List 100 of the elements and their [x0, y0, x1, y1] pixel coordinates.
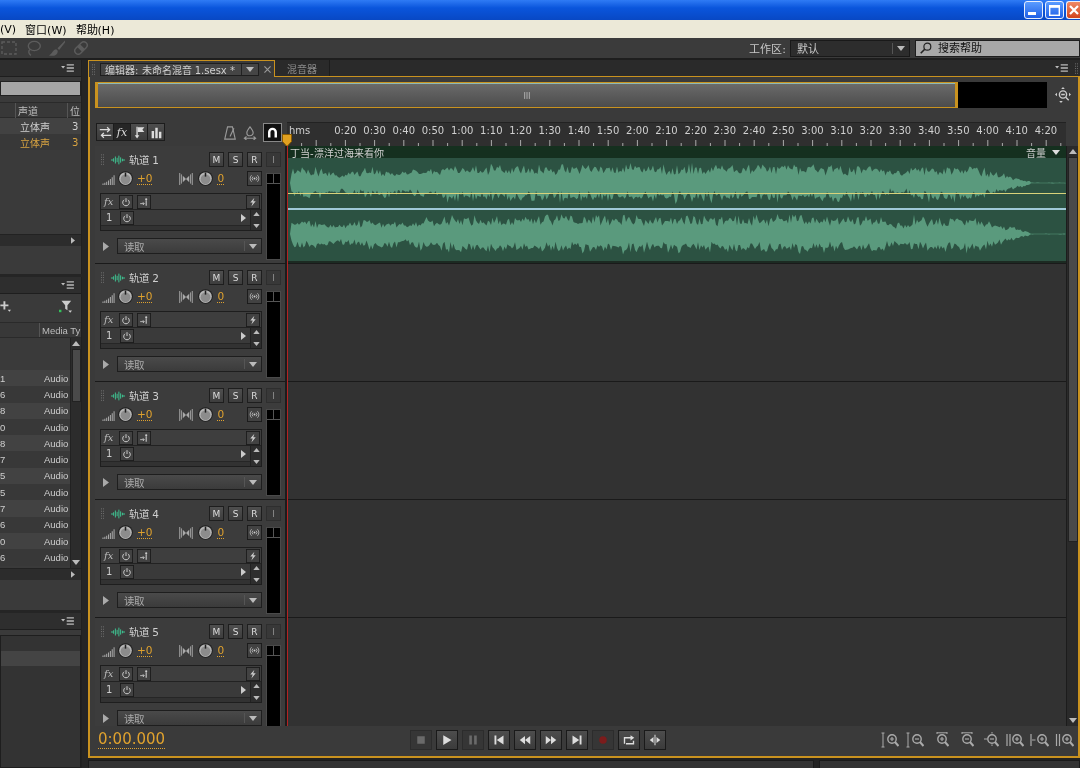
rack-scrollbar[interactable] [250, 682, 261, 702]
volume-value[interactable]: +0 [137, 172, 153, 185]
right-arrow-icon[interactable] [241, 685, 246, 694]
loop-button[interactable] [618, 730, 640, 750]
automation-dropdown[interactable]: 读取 [117, 710, 262, 726]
down-arrow-icon[interactable] [252, 460, 260, 464]
column-header[interactable]: 位 [68, 103, 81, 118]
rack-scrollbar[interactable] [250, 564, 261, 584]
up-arrow-icon[interactable] [252, 212, 260, 216]
zoom-icon[interactable] [1054, 87, 1071, 103]
table-row[interactable]: 1 Audio [0, 370, 70, 387]
mute-button[interactable]: M [209, 270, 224, 285]
broadcast-icon[interactable] [247, 289, 262, 304]
effect-slot[interactable]: 1 [101, 682, 250, 698]
knob-icon[interactable] [118, 643, 133, 658]
right-arrow-icon[interactable] [71, 237, 75, 244]
pan-value[interactable]: 0 [217, 172, 225, 185]
search-field[interactable] [0, 81, 81, 96]
io-button[interactable] [96, 123, 114, 141]
knob-icon[interactable] [198, 171, 214, 186]
menu-item[interactable]: 帮助(H) [75, 21, 115, 37]
arrow-fader-icon[interactable] [137, 312, 151, 327]
automation-dropdown[interactable]: 读取 [117, 592, 262, 608]
record-arm-button[interactable]: R [247, 624, 262, 639]
mute-button[interactable]: M [209, 152, 224, 167]
eq-button[interactable] [147, 123, 165, 141]
disclosure-triangle-icon[interactable] [103, 713, 109, 723]
workspace-dropdown[interactable]: 默认 [790, 39, 910, 57]
up-arrow-icon[interactable] [1068, 149, 1077, 154]
zoom-in-icon[interactable] [1030, 732, 1049, 748]
right-arrow-icon[interactable] [241, 331, 246, 340]
volume-value[interactable]: +0 [137, 290, 153, 303]
power-icon[interactable] [119, 194, 133, 209]
knob-icon[interactable] [198, 289, 214, 304]
grip-icon[interactable] [101, 626, 104, 637]
down-arrow-icon[interactable] [252, 342, 260, 346]
grip-icon[interactable] [1075, 62, 1078, 74]
knob-icon[interactable] [118, 407, 133, 422]
power-icon[interactable] [119, 312, 133, 327]
horizontal-scrollbar[interactable] [0, 234, 81, 246]
automation-dropdown[interactable]: 读取 [117, 238, 262, 254]
drop-arrows-icon[interactable] [243, 125, 257, 140]
right-arrow-icon[interactable] [241, 567, 246, 576]
down-arrow-icon[interactable] [1068, 718, 1077, 723]
magnet-icon[interactable] [263, 123, 282, 142]
solo-button[interactable]: S [228, 388, 243, 403]
search-field[interactable]: 搜索帮助 [915, 39, 1080, 57]
plus-icon[interactable] [0, 300, 11, 312]
disclosure-triangle-icon[interactable] [103, 241, 109, 251]
down-arrow-icon[interactable] [252, 578, 260, 582]
solo-button[interactable]: S [228, 624, 243, 639]
volume-value[interactable]: +0 [137, 408, 153, 421]
maximize-button[interactable] [1045, 1, 1064, 19]
vertical-scrollbar[interactable] [1066, 146, 1078, 726]
table-row[interactable]: 8 Audio [0, 435, 70, 452]
lightning-icon[interactable] [246, 430, 260, 445]
lightning-icon[interactable] [246, 548, 260, 563]
sends-button[interactable] [130, 123, 148, 141]
metronome-icon[interactable] [223, 125, 237, 140]
audio-clip[interactable]: 丁当-漂洋过海来看你 音量 [287, 146, 1066, 263]
up-arrow-icon[interactable] [252, 448, 260, 452]
up-arrow-icon[interactable] [252, 566, 260, 570]
go-to-start-button[interactable] [488, 730, 510, 750]
knob-icon[interactable] [118, 525, 133, 540]
editor-tab[interactable]: 混音器 [274, 60, 330, 76]
effect-slot[interactable]: 1 [101, 328, 250, 344]
play-button[interactable] [436, 730, 458, 750]
skip-selection-button[interactable] [644, 730, 666, 750]
disclosure-triangle-icon[interactable] [103, 595, 109, 605]
record-arm-button[interactable]: R [247, 506, 262, 521]
automation-dropdown[interactable]: 读取 [117, 474, 262, 490]
lightning-icon[interactable] [246, 312, 260, 327]
grip-icon[interactable] [101, 272, 104, 283]
time-display[interactable]: 0:00.000 [98, 731, 166, 749]
go-to-end-button[interactable] [566, 730, 588, 750]
power-icon[interactable] [119, 430, 133, 445]
pan-value[interactable]: 0 [217, 290, 225, 303]
automation-dropdown[interactable]: 读取 [117, 356, 262, 372]
rack-scrollbar[interactable] [250, 328, 261, 348]
record-arm-button[interactable]: R [247, 270, 262, 285]
rack-scrollbar[interactable] [250, 210, 261, 230]
vertical-scrollbar[interactable] [70, 338, 81, 568]
right-arrow-icon[interactable] [241, 213, 246, 222]
rewind-button[interactable] [514, 730, 536, 750]
playhead-icon[interactable] [282, 134, 292, 147]
right-arrow-icon[interactable] [71, 571, 75, 578]
record-arm-button[interactable]: R [247, 388, 262, 403]
grip-icon[interactable] [101, 508, 104, 519]
knob-icon[interactable] [198, 407, 214, 422]
minimize-button[interactable] [1024, 1, 1043, 19]
mute-button[interactable]: M [209, 624, 224, 639]
panel-menu-icon[interactable] [1055, 64, 1068, 72]
close-button[interactable] [1066, 1, 1080, 19]
zoom-out-icon[interactable] [905, 732, 924, 748]
close-icon[interactable] [263, 65, 271, 73]
arrow-fader-icon[interactable] [137, 666, 151, 681]
zoom-in-icon[interactable] [1055, 732, 1074, 748]
pan-value[interactable]: 0 [217, 526, 225, 539]
power-icon[interactable] [119, 666, 133, 681]
caret-down-icon[interactable] [245, 66, 254, 72]
